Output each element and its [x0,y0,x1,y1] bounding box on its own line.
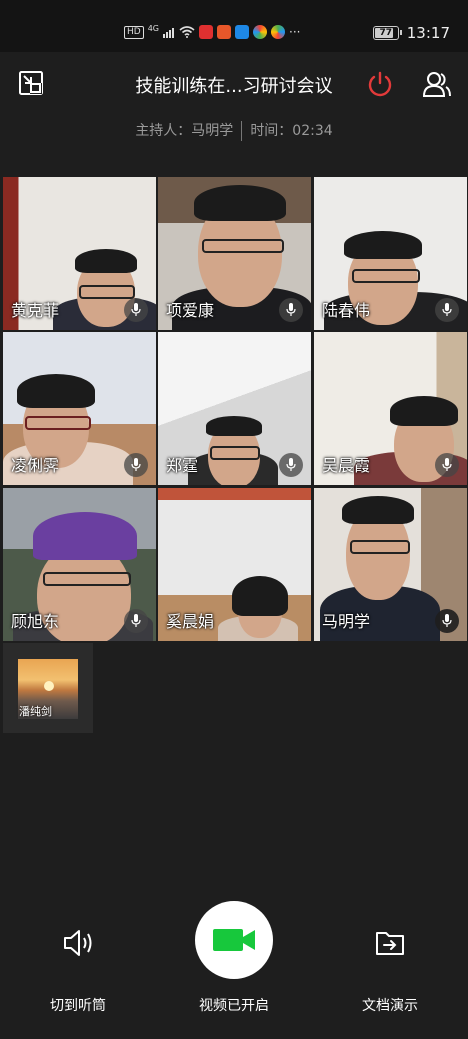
participant-tile[interactable]: 奚晨娟 [158,488,311,641]
microphone-icon [124,453,148,477]
video-toggle-label: 视频已开启 [199,998,269,1014]
participant-tile[interactable]: 顾旭东 [3,488,156,641]
minimize-window-icon[interactable] [18,70,44,96]
microphone-icon [435,453,459,477]
elapsed-time: 时间：02:34 [250,123,333,139]
participant-name: 项爱康 [166,301,215,320]
participant-tile[interactable]: 吴晨霞 [314,332,467,485]
wifi-icon [179,26,195,38]
folder-share-icon [376,932,404,955]
participant-name: 黄克菲 [11,301,60,320]
meeting-info: 主持人：马明学 时间：02:34 [0,120,468,141]
participant-name: 吴晨霞 [322,456,371,475]
signal-icon [163,27,175,38]
hd-indicator: HD [124,25,144,39]
participant-name: 陆春伟 [322,301,371,320]
status-bar: HD 4G ··· 77 13:17 [0,0,468,52]
switch-earpiece-button[interactable]: 切到听筒 [0,905,156,1014]
participant-name: 奚晨娟 [166,612,215,631]
status-right: 77 13:17 [372,24,450,42]
divider [241,121,243,141]
participant-name: 潘纯剑 [19,705,52,718]
participants-icon[interactable] [422,70,452,98]
microphone-icon [435,298,459,322]
switch-earpiece-label: 切到听筒 [50,998,106,1014]
document-presentation-button[interactable]: 文档演示 [312,905,468,1014]
more-notifications: ··· [289,25,301,39]
participant-name: 郑霆 [166,456,199,475]
participant-tile[interactable]: 项爱康 [158,177,311,330]
app-icon-red [199,25,213,39]
participant-name: 凌俐霁 [11,456,60,475]
participant-tile[interactable]: 凌俐霁 [3,332,156,485]
app-icon-colorful [253,25,267,39]
video-camera-icon [213,929,255,951]
document-presentation-label: 文档演示 [362,998,418,1014]
participant-avatar-tile[interactable]: 潘纯剑 [3,643,93,733]
battery-icon: 77 [372,26,402,40]
network-type: 4G [147,23,159,33]
participant-name: 顾旭东 [11,612,60,631]
speaker-icon [64,930,92,956]
participant-tile[interactable]: 郑霆 [158,332,311,485]
meeting-title: 技能训练在...习研讨会议 [135,76,333,97]
microphone-icon [124,609,148,633]
status-icons: HD 4G ··· [124,23,301,39]
microphone-icon [124,298,148,322]
video-toggle-button[interactable] [195,901,273,979]
power-icon[interactable] [366,70,394,98]
participant-name: 马明学 [322,612,371,631]
meeting-header: 技能训练在...习研讨会议 主持人：马明学 时间：02:34 [0,52,468,168]
app-icon-orange [217,25,231,39]
microphone-icon [279,298,303,322]
clock: 13:17 [406,24,450,42]
microphone-icon [435,609,459,633]
microphone-icon [279,453,303,477]
participant-tile[interactable]: 陆春伟 [314,177,467,330]
host-label: 主持人：马明学 [135,123,234,139]
participant-tile[interactable]: 马明学 [314,488,467,641]
app-icon-blue [235,25,249,39]
participant-tile[interactable]: 黄克菲 [3,177,156,330]
app-icon-colorful-2 [271,25,285,39]
